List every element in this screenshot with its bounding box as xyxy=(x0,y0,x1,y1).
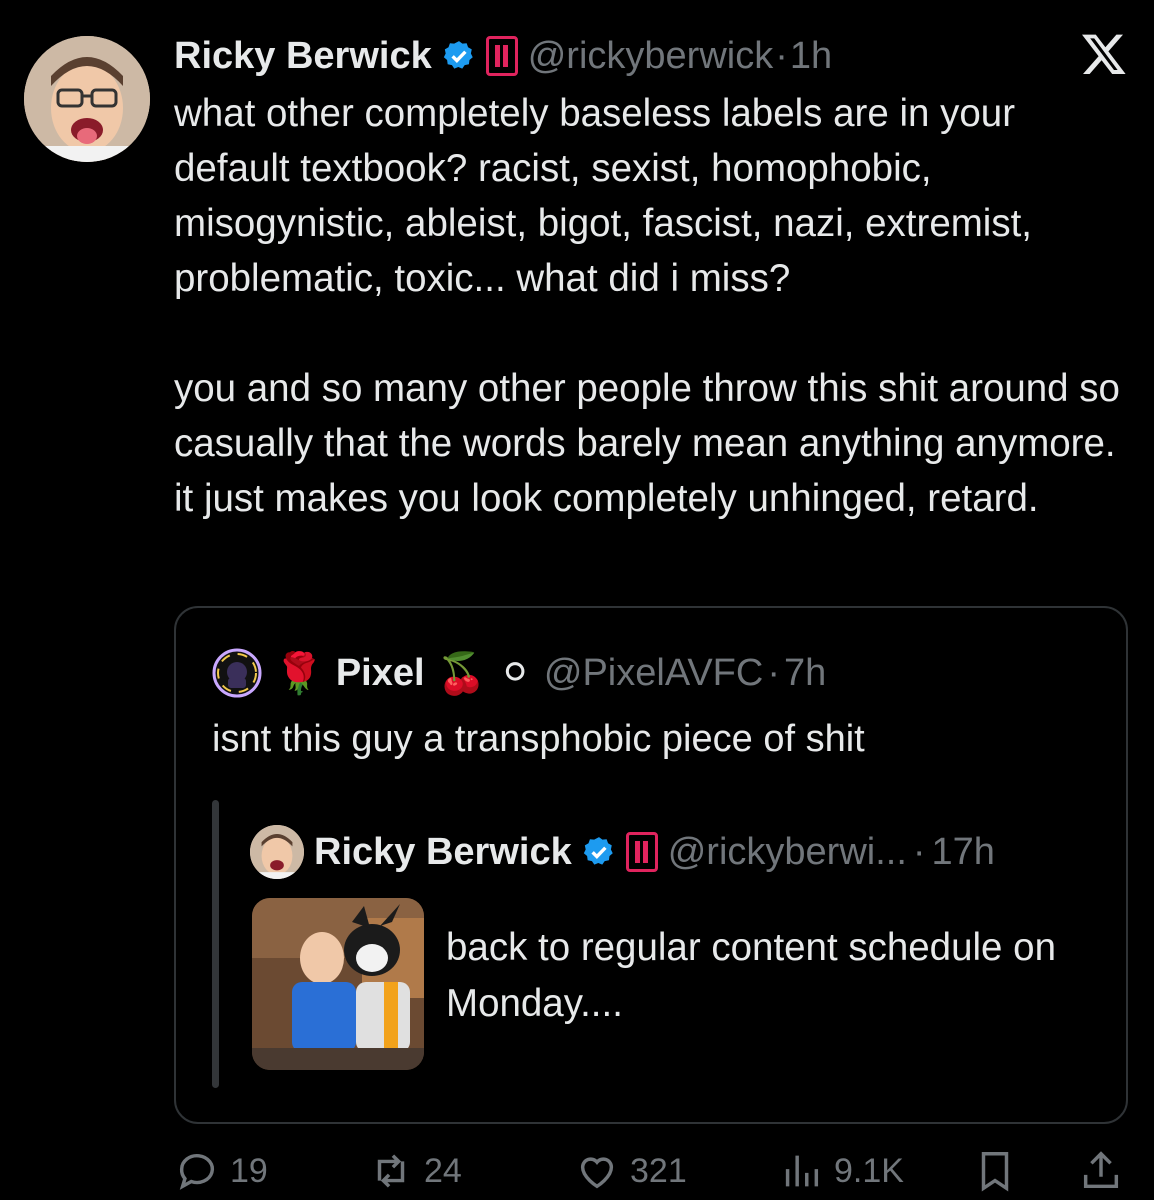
tweet-time[interactable]: 1h xyxy=(790,35,832,78)
repost-button[interactable]: 24 xyxy=(368,1146,462,1196)
inner-author-handle[interactable]: @rickyberwi... xyxy=(668,831,907,874)
repost-count: 24 xyxy=(424,1151,462,1190)
author-handle[interactable]: @rickyberwick xyxy=(528,35,773,78)
bookmark-button[interactable] xyxy=(972,1146,1018,1196)
author-name[interactable]: Ricky Berwick xyxy=(174,35,432,78)
bookmark-icon xyxy=(981,1152,1009,1192)
verified-badge-icon xyxy=(583,837,613,865)
cherries-emoji: 🍒 xyxy=(436,651,487,696)
inner-quoted-header: Ricky Berwick @rickyberwi... · 17h xyxy=(250,824,995,880)
inner-tweet-time[interactable]: 17h xyxy=(932,831,995,874)
quoted-author-handle[interactable]: @PixelAVFC xyxy=(544,652,763,695)
reply-button[interactable]: 19 xyxy=(174,1146,268,1196)
photo-thumbnail-icon xyxy=(252,898,424,1070)
quoted-author-name[interactable]: Pixel xyxy=(336,652,425,695)
reply-count: 19 xyxy=(230,1151,268,1190)
thread-line xyxy=(212,800,219,1088)
share-icon xyxy=(1083,1151,1119,1189)
tweet-header: Ricky Berwick @rickyberwick · 1h xyxy=(174,30,832,82)
tweet-actions: 19 24 321 9.1K xyxy=(174,1146,1134,1196)
x-logo-icon xyxy=(1082,34,1126,74)
inner-author-name[interactable]: Ricky Berwick xyxy=(314,831,572,874)
quoted-tweet-time[interactable]: 7h xyxy=(784,652,826,695)
share-button[interactable] xyxy=(1078,1146,1124,1196)
separator-dot: · xyxy=(912,830,926,873)
white-circle-emoji: ⚪ xyxy=(498,651,532,695)
tweet-text: what other completely baseless labels ar… xyxy=(174,86,1134,526)
inner-tweet-image[interactable] xyxy=(252,898,424,1070)
quoted-tweet-header: 🌹 Pixel 🍒 ⚪ @PixelAVFC · 7h xyxy=(212,648,826,698)
inner-tweet-text: back to regular content schedule on Mond… xyxy=(446,926,1056,1025)
like-button[interactable]: 321 xyxy=(574,1146,687,1196)
like-count: 321 xyxy=(630,1151,687,1190)
tweet-paragraph: what other completely baseless labels ar… xyxy=(174,92,1032,300)
quoted-tweet-text: isnt this guy a transphobic piece of shi… xyxy=(212,718,865,760)
views-chart-icon xyxy=(785,1155,819,1187)
pixel-avatar-icon[interactable] xyxy=(212,648,262,698)
view-count: 9.1K xyxy=(834,1151,904,1190)
author-avatar[interactable] xyxy=(24,36,150,162)
separator-dot: · xyxy=(775,34,788,77)
reply-icon xyxy=(179,1154,215,1190)
tweet-paragraph: you and so many other people throw this … xyxy=(174,367,1120,520)
heart-icon xyxy=(580,1157,614,1189)
rose-emoji: 🌹 xyxy=(274,651,324,696)
verified-badge-icon xyxy=(443,41,473,69)
user-avatar-photo-icon xyxy=(24,36,150,162)
inner-author-avatar[interactable] xyxy=(250,825,304,879)
affiliate-badge-icon xyxy=(625,832,658,872)
user-avatar-photo-icon xyxy=(250,825,304,879)
views-button[interactable]: 9.1K xyxy=(778,1146,904,1196)
separator-dot: · xyxy=(767,651,780,694)
affiliate-badge-icon xyxy=(485,36,518,76)
quoted-tweet[interactable]: 🌹 Pixel 🍒 ⚪ @PixelAVFC · 7h isnt this guy … xyxy=(174,606,1128,1124)
repost-icon xyxy=(377,1154,405,1188)
